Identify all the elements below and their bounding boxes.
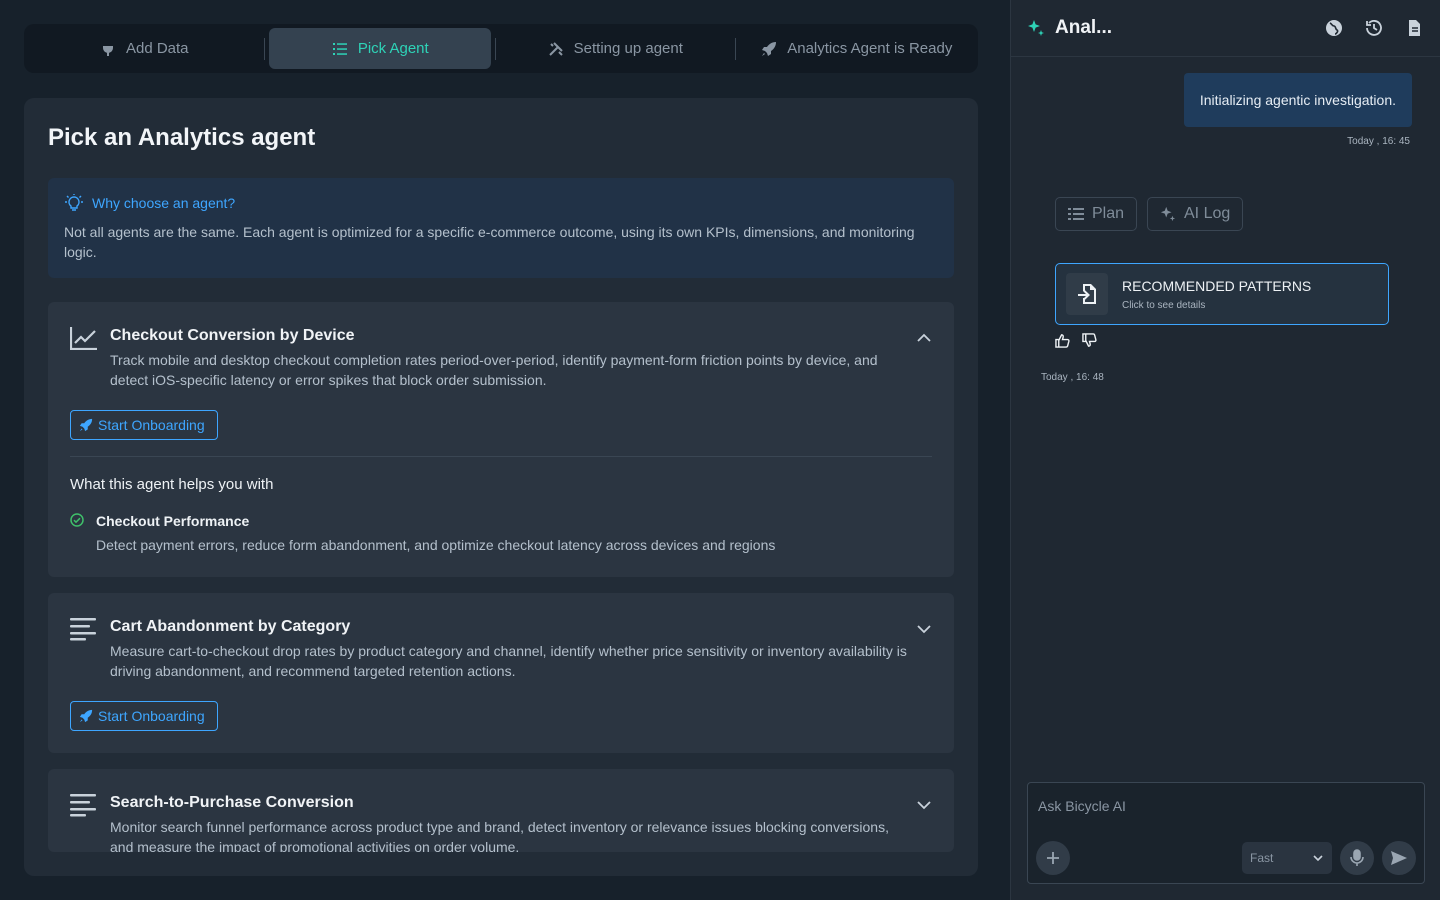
agent-card-cart-abandonment: Cart Abandonment by Category Measure car… (48, 593, 954, 753)
globe-icon[interactable] (1324, 18, 1344, 38)
agent-title: Search-to-Purchase Conversion (110, 794, 354, 811)
voice-input-button[interactable] (1340, 841, 1374, 875)
tools-icon (548, 41, 564, 57)
plug-icon (100, 41, 116, 57)
page-title: Pick an Analytics agent (48, 124, 316, 151)
plan-chip[interactable]: Plan (1055, 197, 1138, 231)
agent-card-search-to-purchase: Search-to-Purchase Conversion Monitor se… (48, 769, 954, 852)
main-area: Add Data Pick Agent Setting up agent Ana… (0, 0, 1010, 900)
step-setting-up-agent[interactable]: Setting up agent (500, 28, 731, 69)
sidebar-title: Anal... (1055, 17, 1113, 38)
chat-input[interactable] (1038, 795, 1408, 817)
menu-lines-icon (70, 793, 98, 817)
feedback-row (1055, 333, 1097, 348)
send-button[interactable] (1382, 841, 1416, 875)
checklist-icon (1068, 207, 1084, 221)
plus-icon (1045, 850, 1061, 866)
chevron-up-icon[interactable] (916, 330, 932, 346)
menu-lines-icon (70, 617, 98, 641)
info-body: Not all agents are the same. Each agent … (64, 224, 915, 260)
mode-value: Fast (1250, 851, 1274, 865)
reply-timestamp: Today , 16: 48 (1041, 372, 1104, 383)
thumbs-up-icon[interactable] (1055, 333, 1070, 348)
button-label: Start Onboarding (98, 708, 205, 724)
step-label: Analytics Agent is Ready (787, 40, 953, 57)
recommended-patterns-card[interactable]: RECOMMENDED PATTERNS Click to see detail… (1055, 263, 1389, 325)
step-agent-ready[interactable]: Analytics Agent is Ready (740, 28, 974, 69)
file-import-icon (1066, 273, 1108, 315)
chevron-down-icon[interactable] (916, 797, 932, 813)
thumbs-down-icon[interactable] (1082, 333, 1097, 348)
divider (70, 456, 932, 457)
button-label: Start Onboarding (98, 417, 205, 433)
chat-composer: Fast (1027, 782, 1425, 884)
user-message-bubble: Initializing agentic investigation. (1183, 73, 1412, 127)
chevron-down-icon[interactable] (916, 621, 932, 637)
ai-log-chip[interactable]: AI Log (1147, 197, 1244, 231)
helps-title: What this agent helps you with (70, 476, 274, 493)
step-separator (495, 37, 497, 60)
step-separator (734, 37, 736, 60)
info-box: Why choose an agent? Not all agents are … (48, 178, 954, 278)
chip-label: AI Log (1184, 205, 1231, 222)
step-separator (264, 37, 266, 60)
message-timestamp: Today , 16: 45 (1347, 136, 1410, 147)
rocket-icon (761, 41, 777, 57)
send-icon (1390, 850, 1408, 866)
line-chart-icon (70, 326, 98, 350)
step-add-data[interactable]: Add Data (28, 28, 260, 69)
add-attachment-button[interactable] (1036, 841, 1070, 875)
step-pick-agent[interactable]: Pick Agent (269, 28, 492, 69)
chip-label: Plan (1092, 205, 1125, 222)
onboarding-stepper: Add Data Pick Agent Setting up agent Ana… (24, 24, 978, 73)
rocket-icon (79, 709, 93, 723)
pattern-text: RECOMMENDED PATTERNS Click to see detail… (1122, 278, 1311, 311)
document-icon[interactable] (1404, 18, 1424, 38)
check-circle-icon (70, 513, 84, 527)
start-onboarding-button[interactable]: Start Onboarding (70, 701, 218, 731)
info-heading: Why choose an agent? (92, 195, 236, 211)
pattern-title: RECOMMENDED PATTERNS (1122, 277, 1312, 294)
rocket-icon (79, 418, 93, 432)
agent-title: Checkout Conversion by Device (110, 327, 355, 344)
assistant-sidebar: Anal... Initializing agentic investigati… (1010, 0, 1440, 900)
sparkle-icon (1027, 19, 1045, 37)
agent-description: Track mobile and desktop checkout comple… (110, 352, 878, 388)
header-actions (1324, 18, 1424, 38)
agent-title: Cart Abandonment by Category (110, 618, 351, 635)
agent-card-checkout-conversion: Checkout Conversion by Device Track mobi… (48, 302, 954, 577)
step-label: Pick Agent (357, 40, 429, 57)
lightbulb-icon (64, 194, 84, 212)
step-label: Add Data (125, 40, 189, 57)
agent-description: Measure cart-to-checkout drop rates by p… (110, 643, 907, 679)
sidebar-header: Anal... (1011, 0, 1440, 57)
start-onboarding-button[interactable]: Start Onboarding (70, 410, 218, 440)
step-label: Setting up agent (573, 40, 683, 57)
agent-description: Monitor search funnel performance across… (110, 819, 889, 852)
mode-select[interactable]: Fast (1242, 842, 1332, 874)
sparkle-icon (1160, 206, 1176, 222)
feature-title: Checkout Performance (96, 513, 250, 529)
history-icon[interactable] (1364, 18, 1384, 38)
feature-description: Detect payment errors, reduce form aband… (96, 537, 776, 553)
agent-picker-panel: Pick an Analytics agent Why choose an ag… (24, 98, 978, 876)
info-heading-row: Why choose an agent? (64, 194, 938, 212)
pattern-subtitle: Click to see details (1122, 299, 1206, 311)
list-icon (332, 41, 348, 57)
microphone-icon (1350, 849, 1364, 867)
